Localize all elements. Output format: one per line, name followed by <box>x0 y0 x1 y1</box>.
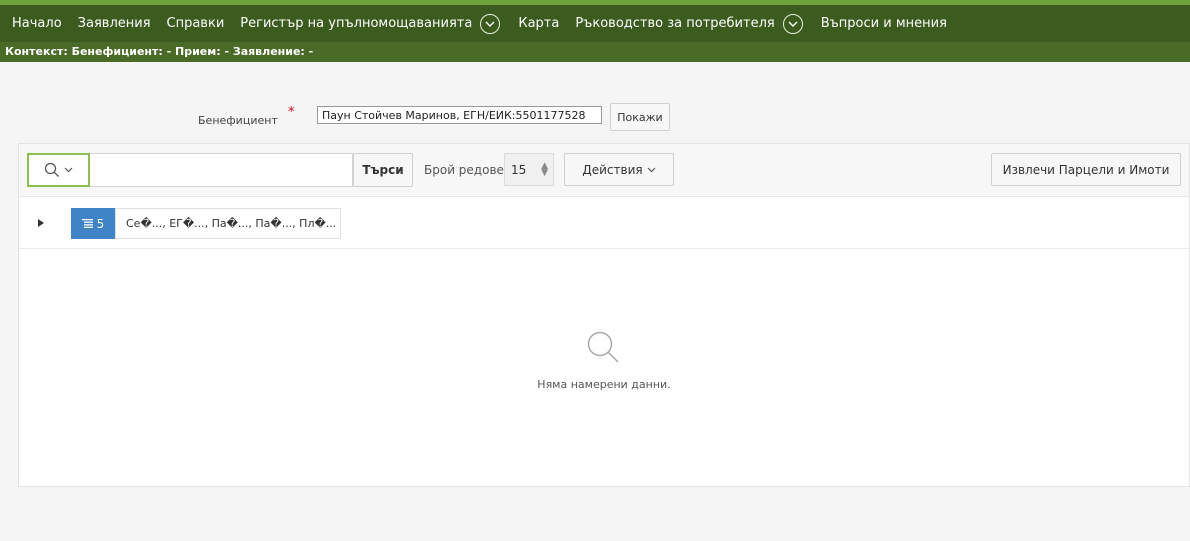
nav-item-user-guide[interactable]: Ръководство за потребителя <box>567 16 782 31</box>
no-data-text: Няма намерени данни. <box>537 378 671 391</box>
filter-count: 5 <box>96 216 105 231</box>
main-nav: Начало Заявления Справки Регистър на упъ… <box>0 5 1190 42</box>
search-column-button[interactable] <box>27 153 90 187</box>
actions-menu-label: Действия <box>582 162 643 177</box>
report-region: Търси Брой редове 15 ▲ ▼ Действия Извлечи… <box>18 143 1190 487</box>
required-marker: * <box>288 105 295 120</box>
extract-parcels-button[interactable]: Извлечи Парцели и Имоти <box>991 153 1181 186</box>
rows-per-page-label: Брой редове <box>424 163 504 177</box>
chevron-down-icon[interactable] <box>782 13 803 34</box>
chevron-down-icon <box>647 167 656 172</box>
actions-menu-button[interactable]: Действия <box>564 153 674 186</box>
no-data-message: Няма намерени данни. <box>19 330 1189 391</box>
beneficiary-label: Бенефициент <box>198 114 278 127</box>
search-icon <box>587 331 619 363</box>
sort-arrows-icon: ▲ ▼ <box>541 161 548 178</box>
nav-item-map[interactable]: Карта <box>510 16 567 31</box>
top-navigation-bar: Начало Заявления Справки Регистър на упъ… <box>0 0 1190 62</box>
filter-columns-summary[interactable]: Се�..., ЕГ�..., Па�..., Па�..., Пл�... <box>115 208 341 239</box>
chevron-down-icon <box>64 167 73 173</box>
filter-row: 5 Се�..., ЕГ�..., Па�..., Па�..., Пл�... <box>19 196 1189 249</box>
report-toolbar: Търси Брой редове 15 ▲ ▼ Действия Извлечи… <box>19 144 1189 197</box>
search-button[interactable]: Търси <box>353 153 413 187</box>
column-filter-badge[interactable]: 5 <box>71 208 115 239</box>
list-icon <box>81 219 93 228</box>
rows-per-page-select[interactable]: 15 ▲ ▼ <box>504 153 554 186</box>
search-icon <box>44 162 59 177</box>
beneficiary-row: Бенефициент * Паун Стойчев Маринов, ЕГН/… <box>0 102 1190 132</box>
nav-item-authorizations-register[interactable]: Регистър на упълномощаванията <box>232 16 480 31</box>
nav-item-questions-feedback[interactable]: Въпроси и мнения <box>813 16 955 31</box>
nav-item-reports[interactable]: Справки <box>159 16 233 31</box>
chevron-down-icon[interactable] <box>480 13 501 34</box>
expand-toggle-icon[interactable] <box>38 219 44 227</box>
nav-item-applications[interactable]: Заявления <box>70 16 159 31</box>
nav-item-home[interactable]: Начало <box>4 16 70 31</box>
show-button[interactable]: Покажи <box>610 103 670 131</box>
rows-per-page-value: 15 <box>511 162 527 177</box>
beneficiary-field[interactable]: Паун Стойчев Маринов, ЕГН/ЕИК:5501177528 <box>317 106 602 124</box>
search-input[interactable] <box>90 153 353 187</box>
context-bar: Контекст: Бенефициент: - Прием: - Заявле… <box>0 42 1190 62</box>
